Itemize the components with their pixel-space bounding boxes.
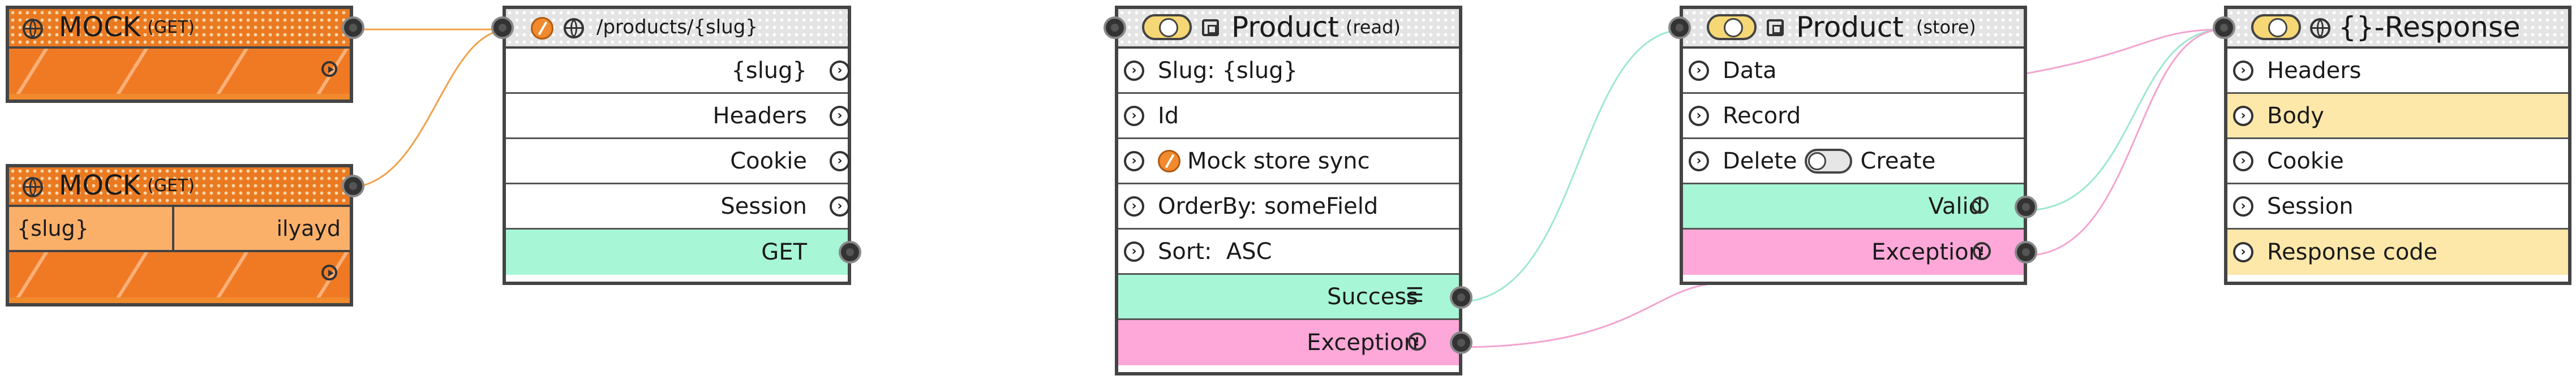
endpoint-node[interactable]: /products/{slug} {slug} › Headers › Cook…	[491, 6, 861, 285]
product-read-header[interactable]: Product (read)	[1104, 9, 1459, 49]
chevron-right-icon[interactable]: ›	[830, 105, 850, 126]
chevron-right-icon[interactable]: ›	[1124, 196, 1144, 217]
play-icon[interactable]	[321, 61, 337, 77]
exclamation-icon: !	[1408, 332, 1426, 351]
product-store-header[interactable]: Product (store)	[1668, 9, 2024, 49]
response-row-headers[interactable]: › Headers	[2227, 49, 2568, 94]
chevron-right-icon[interactable]: ›	[2233, 105, 2253, 126]
globe-icon	[23, 19, 43, 39]
mock-node-2-footer	[9, 252, 350, 297]
chevron-right-icon[interactable]: ›	[2233, 150, 2253, 171]
product-store-row-delete-create[interactable]: › Delete Create	[1683, 139, 2024, 184]
product-read-row-orderby[interactable]: › OrderBy: someField	[1118, 184, 1459, 230]
endpoint-row-session[interactable]: Session ›	[506, 184, 850, 230]
endpoint-row-get[interactable]: GET	[506, 230, 861, 275]
globe-icon	[2310, 18, 2330, 38]
create-label: Create	[1860, 148, 1936, 174]
input-port[interactable]	[1668, 16, 1691, 39]
param-name-cell[interactable]: {slug}	[9, 207, 174, 250]
endpoint-path: /products/{slug}	[596, 16, 758, 38]
product-store-node[interactable]: Product (store) › Data › Record › Delete …	[1668, 6, 2037, 285]
wire-valid-response	[2024, 28, 2225, 211]
product-read-row-exception[interactable]: Exception !	[1118, 320, 1472, 365]
endpoint-row-headers[interactable]: Headers ›	[506, 94, 850, 139]
response-node[interactable]: {}-Response › Headers › Body › Cookie › …	[2213, 6, 2571, 285]
product-read-row-slug[interactable]: › Slug: {slug}	[1118, 49, 1459, 94]
product-read-row-success[interactable]: Success ☰	[1118, 275, 1472, 320]
endpoint-node-header[interactable]: /products/{slug}	[491, 9, 848, 49]
chevron-right-icon[interactable]: ›	[2233, 196, 2253, 217]
product-read-title: Product (read)	[1231, 11, 1401, 44]
wire-exception-response	[1457, 282, 1727, 348]
output-port[interactable]	[2015, 196, 2037, 218]
endpoint-row-slug[interactable]: {slug} ›	[506, 49, 850, 94]
response-header[interactable]: {}-Response	[2213, 9, 2568, 49]
product-read-node[interactable]: Product (read) › Slug: {slug} › Id › Mock…	[1104, 6, 1472, 375]
response-row-body[interactable]: › Body	[2227, 94, 2568, 139]
output-port[interactable]	[342, 16, 364, 39]
chip-icon	[1202, 19, 1219, 36]
product-store-row-valid[interactable]: Valid	[1683, 184, 2037, 230]
slash-icon	[1158, 149, 1180, 172]
chevron-right-icon[interactable]: ›	[830, 150, 850, 171]
chevron-right-icon[interactable]: ›	[1124, 241, 1144, 262]
response-title: {}-Response	[2338, 11, 2521, 44]
chevron-right-icon[interactable]: ›	[830, 196, 850, 217]
chevron-right-icon[interactable]: ›	[1689, 150, 1709, 171]
product-store-row-record[interactable]: › Record	[1683, 94, 2024, 139]
mock-node-1-footer	[9, 49, 350, 94]
wire-mock2-endpoint	[346, 28, 510, 189]
delete-label: Delete	[1723, 148, 1797, 174]
response-row-cookie[interactable]: › Cookie	[2227, 139, 2568, 184]
slash-icon	[531, 17, 553, 40]
input-port[interactable]	[2213, 16, 2235, 39]
endpoint-row-cookie[interactable]: Cookie ›	[506, 139, 850, 184]
enable-toggle[interactable]	[2251, 14, 2301, 40]
mock-node-1-title: MOCK (GET)	[59, 11, 195, 43]
product-read-row-id[interactable]: › Id	[1118, 94, 1459, 139]
output-port[interactable]	[839, 241, 861, 264]
mock-node-2-params: {slug} ilyayd	[9, 207, 350, 252]
circle-icon	[1972, 197, 1989, 214]
chevron-right-icon[interactable]: ›	[1124, 150, 1144, 171]
list-icon: ☰	[1405, 284, 1424, 307]
chip-icon	[1767, 19, 1784, 36]
chevron-right-icon[interactable]: ›	[2233, 242, 2253, 262]
play-icon[interactable]	[321, 265, 337, 280]
exclamation-icon: !	[1973, 242, 1991, 260]
chevron-right-icon[interactable]: ›	[830, 60, 850, 81]
mock-node-2-header[interactable]: MOCK (GET)	[9, 167, 364, 207]
output-port[interactable]	[1450, 286, 1472, 309]
product-store-row-data[interactable]: › Data	[1683, 49, 2024, 94]
enable-toggle[interactable]	[1707, 14, 1757, 40]
output-port[interactable]	[2015, 241, 2037, 264]
wire-store-response-top	[2025, 28, 2225, 75]
chevron-right-icon[interactable]: ›	[2233, 60, 2253, 81]
globe-icon	[564, 18, 584, 38]
param-value-cell[interactable]: ilyayd	[174, 207, 350, 250]
product-store-title: Product (store)	[1796, 11, 1976, 44]
output-port[interactable]	[342, 175, 364, 197]
chevron-right-icon[interactable]: ›	[1124, 105, 1144, 126]
chevron-right-icon[interactable]: ›	[1689, 105, 1709, 126]
enable-toggle[interactable]	[1142, 14, 1192, 40]
output-port[interactable]	[1450, 331, 1472, 354]
input-port[interactable]	[491, 16, 514, 39]
mock-node-1-header[interactable]: MOCK (GET)	[9, 9, 364, 49]
wire-success-store	[1457, 28, 1687, 303]
delete-create-switch[interactable]	[1805, 148, 1853, 174]
response-row-response-code[interactable]: › Response code	[2227, 230, 2568, 275]
chevron-right-icon[interactable]: ›	[1689, 60, 1709, 81]
chevron-right-icon[interactable]: ›	[1124, 60, 1144, 81]
mock-node-1[interactable]: MOCK (GET)	[6, 6, 364, 103]
globe-icon	[23, 177, 43, 197]
mock-node-2-title: MOCK (GET)	[59, 170, 195, 201]
mock-node-2[interactable]: MOCK (GET) {slug} ilyayd	[6, 164, 364, 306]
input-port[interactable]	[1104, 16, 1126, 39]
product-store-row-exception[interactable]: Exception !	[1683, 230, 2037, 275]
product-read-row-mock-store-sync[interactable]: › Mock store sync	[1118, 139, 1459, 184]
wire-exception2-response	[2024, 28, 2225, 257]
product-read-row-sort[interactable]: › Sort: ASC	[1118, 230, 1459, 275]
response-row-session[interactable]: › Session	[2227, 184, 2568, 230]
